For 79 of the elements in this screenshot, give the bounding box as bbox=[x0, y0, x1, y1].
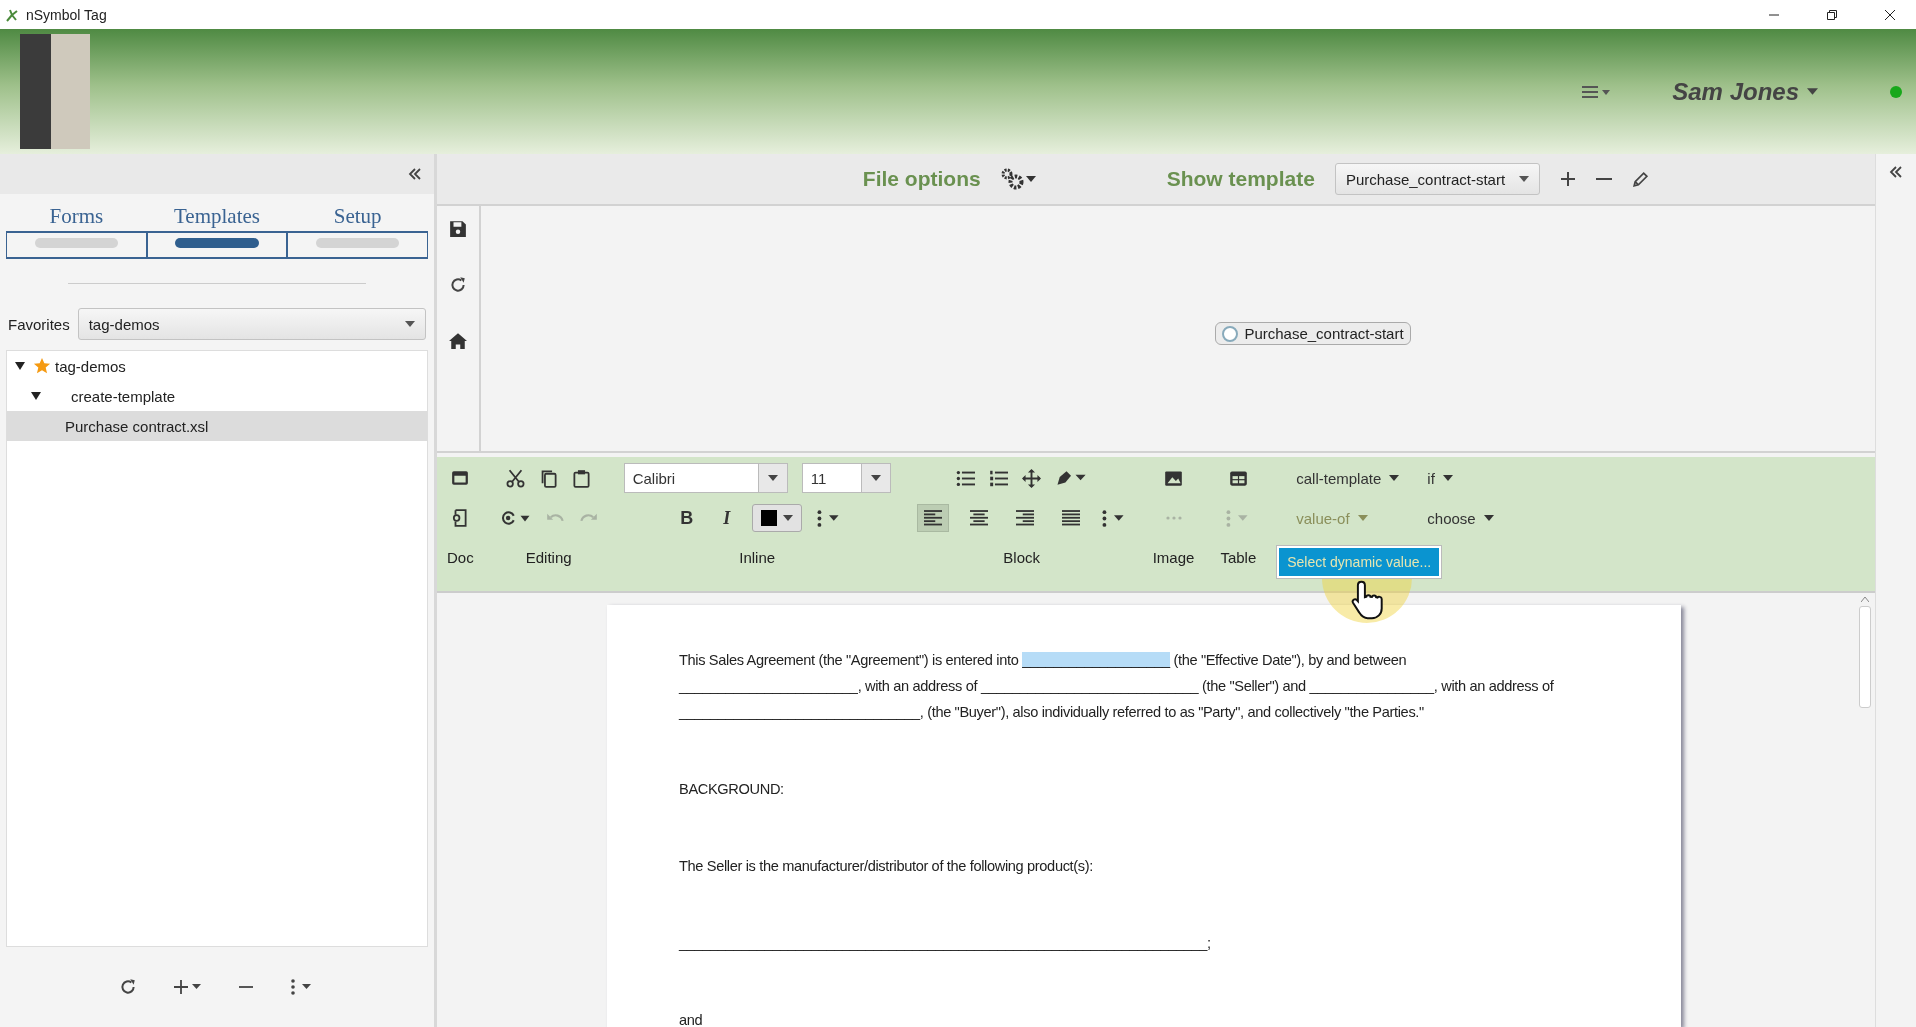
caret-icon bbox=[783, 515, 794, 521]
template-node[interactable]: Purchase_contract-start bbox=[1215, 322, 1411, 345]
document-paragraph: This Sales Agreement (the "Agreement") is entered into ___________________ (the "Effective Date"), by and between _______________________, with an address of ____________________________ (the "Seller") and ________________, with an address of _______________________________, (the "Buyer"), also individually referred to as "Party", and collectively "the Parties." bbox=[679, 651, 1555, 722]
tree-item[interactable]: Purchase contract.xsl bbox=[7, 411, 427, 441]
close-icon[interactable] bbox=[1884, 8, 1896, 21]
caret-icon bbox=[1442, 475, 1453, 481]
favorites-dropdown[interactable]: tag-demos bbox=[77, 308, 426, 340]
caret-icon bbox=[1389, 475, 1400, 481]
tree-item[interactable]: create-template bbox=[7, 381, 427, 411]
xsl-dropdown-button[interactable]: call-template bbox=[1292, 469, 1404, 487]
expander-icon[interactable] bbox=[15, 361, 25, 371]
italic-button[interactable]: I bbox=[715, 507, 739, 529]
pencil-icon[interactable] bbox=[1632, 170, 1650, 188]
align-icon bbox=[923, 510, 942, 526]
caret-icon bbox=[870, 475, 881, 481]
template-dropdown[interactable]: Purchase_contract-start bbox=[1334, 163, 1541, 195]
table-icon[interactable] bbox=[1228, 468, 1248, 488]
remove-icon[interactable] bbox=[1596, 177, 1613, 181]
align-icon bbox=[1015, 510, 1034, 526]
align-icon bbox=[969, 510, 988, 526]
favorites-label: Favorites bbox=[8, 315, 70, 333]
refresh-icon[interactable] bbox=[119, 978, 137, 996]
caret-icon bbox=[1807, 88, 1818, 95]
collapse-icon[interactable] bbox=[1889, 166, 1903, 178]
copy-icon[interactable] bbox=[539, 468, 559, 488]
save-icon[interactable] bbox=[449, 220, 467, 238]
align-icon bbox=[1061, 510, 1080, 526]
window-title: nSymbol Tag bbox=[26, 6, 107, 23]
add-icon[interactable] bbox=[173, 979, 203, 995]
image-icon[interactable] bbox=[1164, 468, 1184, 488]
text-color-button[interactable] bbox=[752, 504, 803, 532]
sidebar-tab[interactable]: Templates bbox=[146, 204, 288, 259]
document-paragraph: ____________________________________________________________________; bbox=[679, 934, 1212, 953]
font-family-dropdown[interactable]: Calibri bbox=[623, 463, 788, 493]
group-label: Block bbox=[1003, 549, 1041, 566]
restore-icon[interactable] bbox=[1826, 8, 1838, 21]
paste-icon[interactable] bbox=[572, 468, 592, 488]
cut-icon[interactable] bbox=[506, 468, 526, 488]
caret-icon bbox=[767, 475, 778, 481]
window-icon[interactable] bbox=[451, 469, 470, 487]
caret-icon bbox=[1519, 176, 1530, 182]
caret-icon bbox=[1357, 515, 1368, 521]
file-options-label: File options bbox=[862, 167, 981, 191]
remove-icon[interactable] bbox=[239, 985, 253, 989]
refresh-icon[interactable] bbox=[449, 276, 467, 294]
group-label: Doc bbox=[447, 549, 474, 566]
group-label: Inline bbox=[739, 549, 776, 566]
caret-icon bbox=[1483, 515, 1494, 521]
bold-button[interactable]: B bbox=[672, 507, 702, 529]
document-gear-icon[interactable] bbox=[451, 509, 470, 527]
collapse-icon[interactable] bbox=[408, 168, 422, 180]
scroll-up-icon[interactable] bbox=[1861, 597, 1869, 602]
find-replace-icon[interactable] bbox=[499, 509, 532, 527]
add-icon[interactable] bbox=[1560, 171, 1577, 187]
font-size-dropdown[interactable]: 11 bbox=[801, 463, 891, 493]
home-icon[interactable] bbox=[449, 332, 467, 350]
settings-icon[interactable] bbox=[1000, 168, 1037, 190]
bullet-list-icon[interactable] bbox=[956, 468, 976, 488]
expander-icon[interactable] bbox=[31, 391, 41, 401]
scrollbar-thumb[interactable] bbox=[1859, 606, 1871, 708]
tree-item[interactable]: tag-demos bbox=[7, 351, 427, 381]
xsl-dropdown-button[interactable]: if bbox=[1423, 469, 1457, 487]
caret-icon bbox=[405, 321, 415, 327]
xsl-dropdown-button[interactable]: choose bbox=[1423, 509, 1498, 527]
numbered-list-icon[interactable] bbox=[989, 468, 1009, 488]
group-label: Image bbox=[1152, 549, 1195, 566]
align-button[interactable] bbox=[916, 504, 949, 532]
group-label: Editing bbox=[525, 549, 572, 566]
document-paragraph: The Seller is the manufacturer/distributor of the following product(s): bbox=[679, 857, 1094, 876]
pen-icon[interactable] bbox=[1055, 469, 1088, 487]
document-paragraph: and bbox=[679, 1011, 704, 1027]
show-template-label: Show template bbox=[1166, 167, 1315, 191]
user-menu[interactable]: Sam Jones bbox=[1672, 77, 1818, 106]
group-label: Table bbox=[1220, 549, 1257, 566]
document-paragraph: BACKGROUND: bbox=[679, 780, 785, 799]
move-icon[interactable] bbox=[1022, 468, 1042, 488]
sidebar-tab[interactable]: Setup bbox=[287, 204, 428, 259]
sidebar-tab[interactable]: Forms bbox=[6, 204, 147, 259]
menu-icon[interactable] bbox=[1582, 83, 1613, 100]
